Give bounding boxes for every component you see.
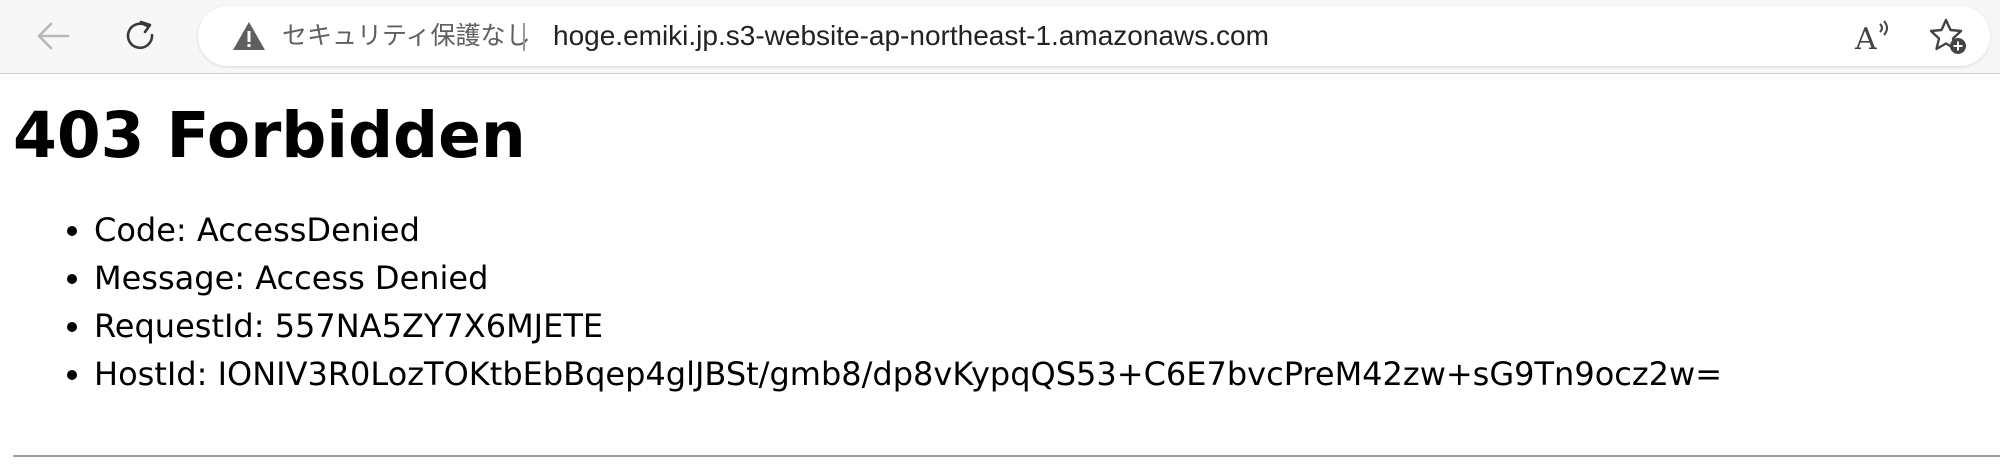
page-title: 403 Forbidden bbox=[13, 99, 526, 172]
address-divider bbox=[523, 23, 525, 51]
page-content: 403 Forbidden Code: AccessDenied Message… bbox=[13, 74, 1988, 398]
star-add-icon[interactable] bbox=[1928, 18, 1968, 56]
list-item-message: Message: Access Denied bbox=[94, 254, 1988, 302]
address-bar[interactable]: セキュリティ保護なし hoge.emiki.jp.s3-website-ap-n… bbox=[198, 6, 1990, 66]
security-status-label[interactable]: セキュリティ保護なし bbox=[282, 6, 531, 66]
url-text[interactable]: hoge.emiki.jp.s3-website-ap-northeast-1.… bbox=[553, 6, 1269, 66]
list-item-request-id: RequestId: 557NA5ZY7X6MJETE bbox=[94, 302, 1988, 350]
arrow-left-icon bbox=[37, 22, 70, 50]
error-details-list: Code: AccessDenied Message: Access Denie… bbox=[13, 206, 1988, 398]
refresh-icon bbox=[126, 20, 154, 50]
browser-toolbar: セキュリティ保護なし hoge.emiki.jp.s3-website-ap-n… bbox=[0, 0, 2000, 74]
back-button[interactable] bbox=[25, 8, 81, 64]
list-item-code: Code: AccessDenied bbox=[94, 206, 1988, 254]
warning-icon[interactable] bbox=[232, 21, 266, 51]
list-item-host-id: HostId: IONIV3R0LozTOKtbEbBqep4glJBSt/gm… bbox=[94, 350, 1988, 398]
svg-text:A: A bbox=[1854, 22, 1877, 54]
reload-button[interactable] bbox=[113, 8, 169, 64]
read-aloud-icon[interactable]: A bbox=[1853, 18, 1893, 54]
horizontal-rule bbox=[13, 455, 2000, 457]
